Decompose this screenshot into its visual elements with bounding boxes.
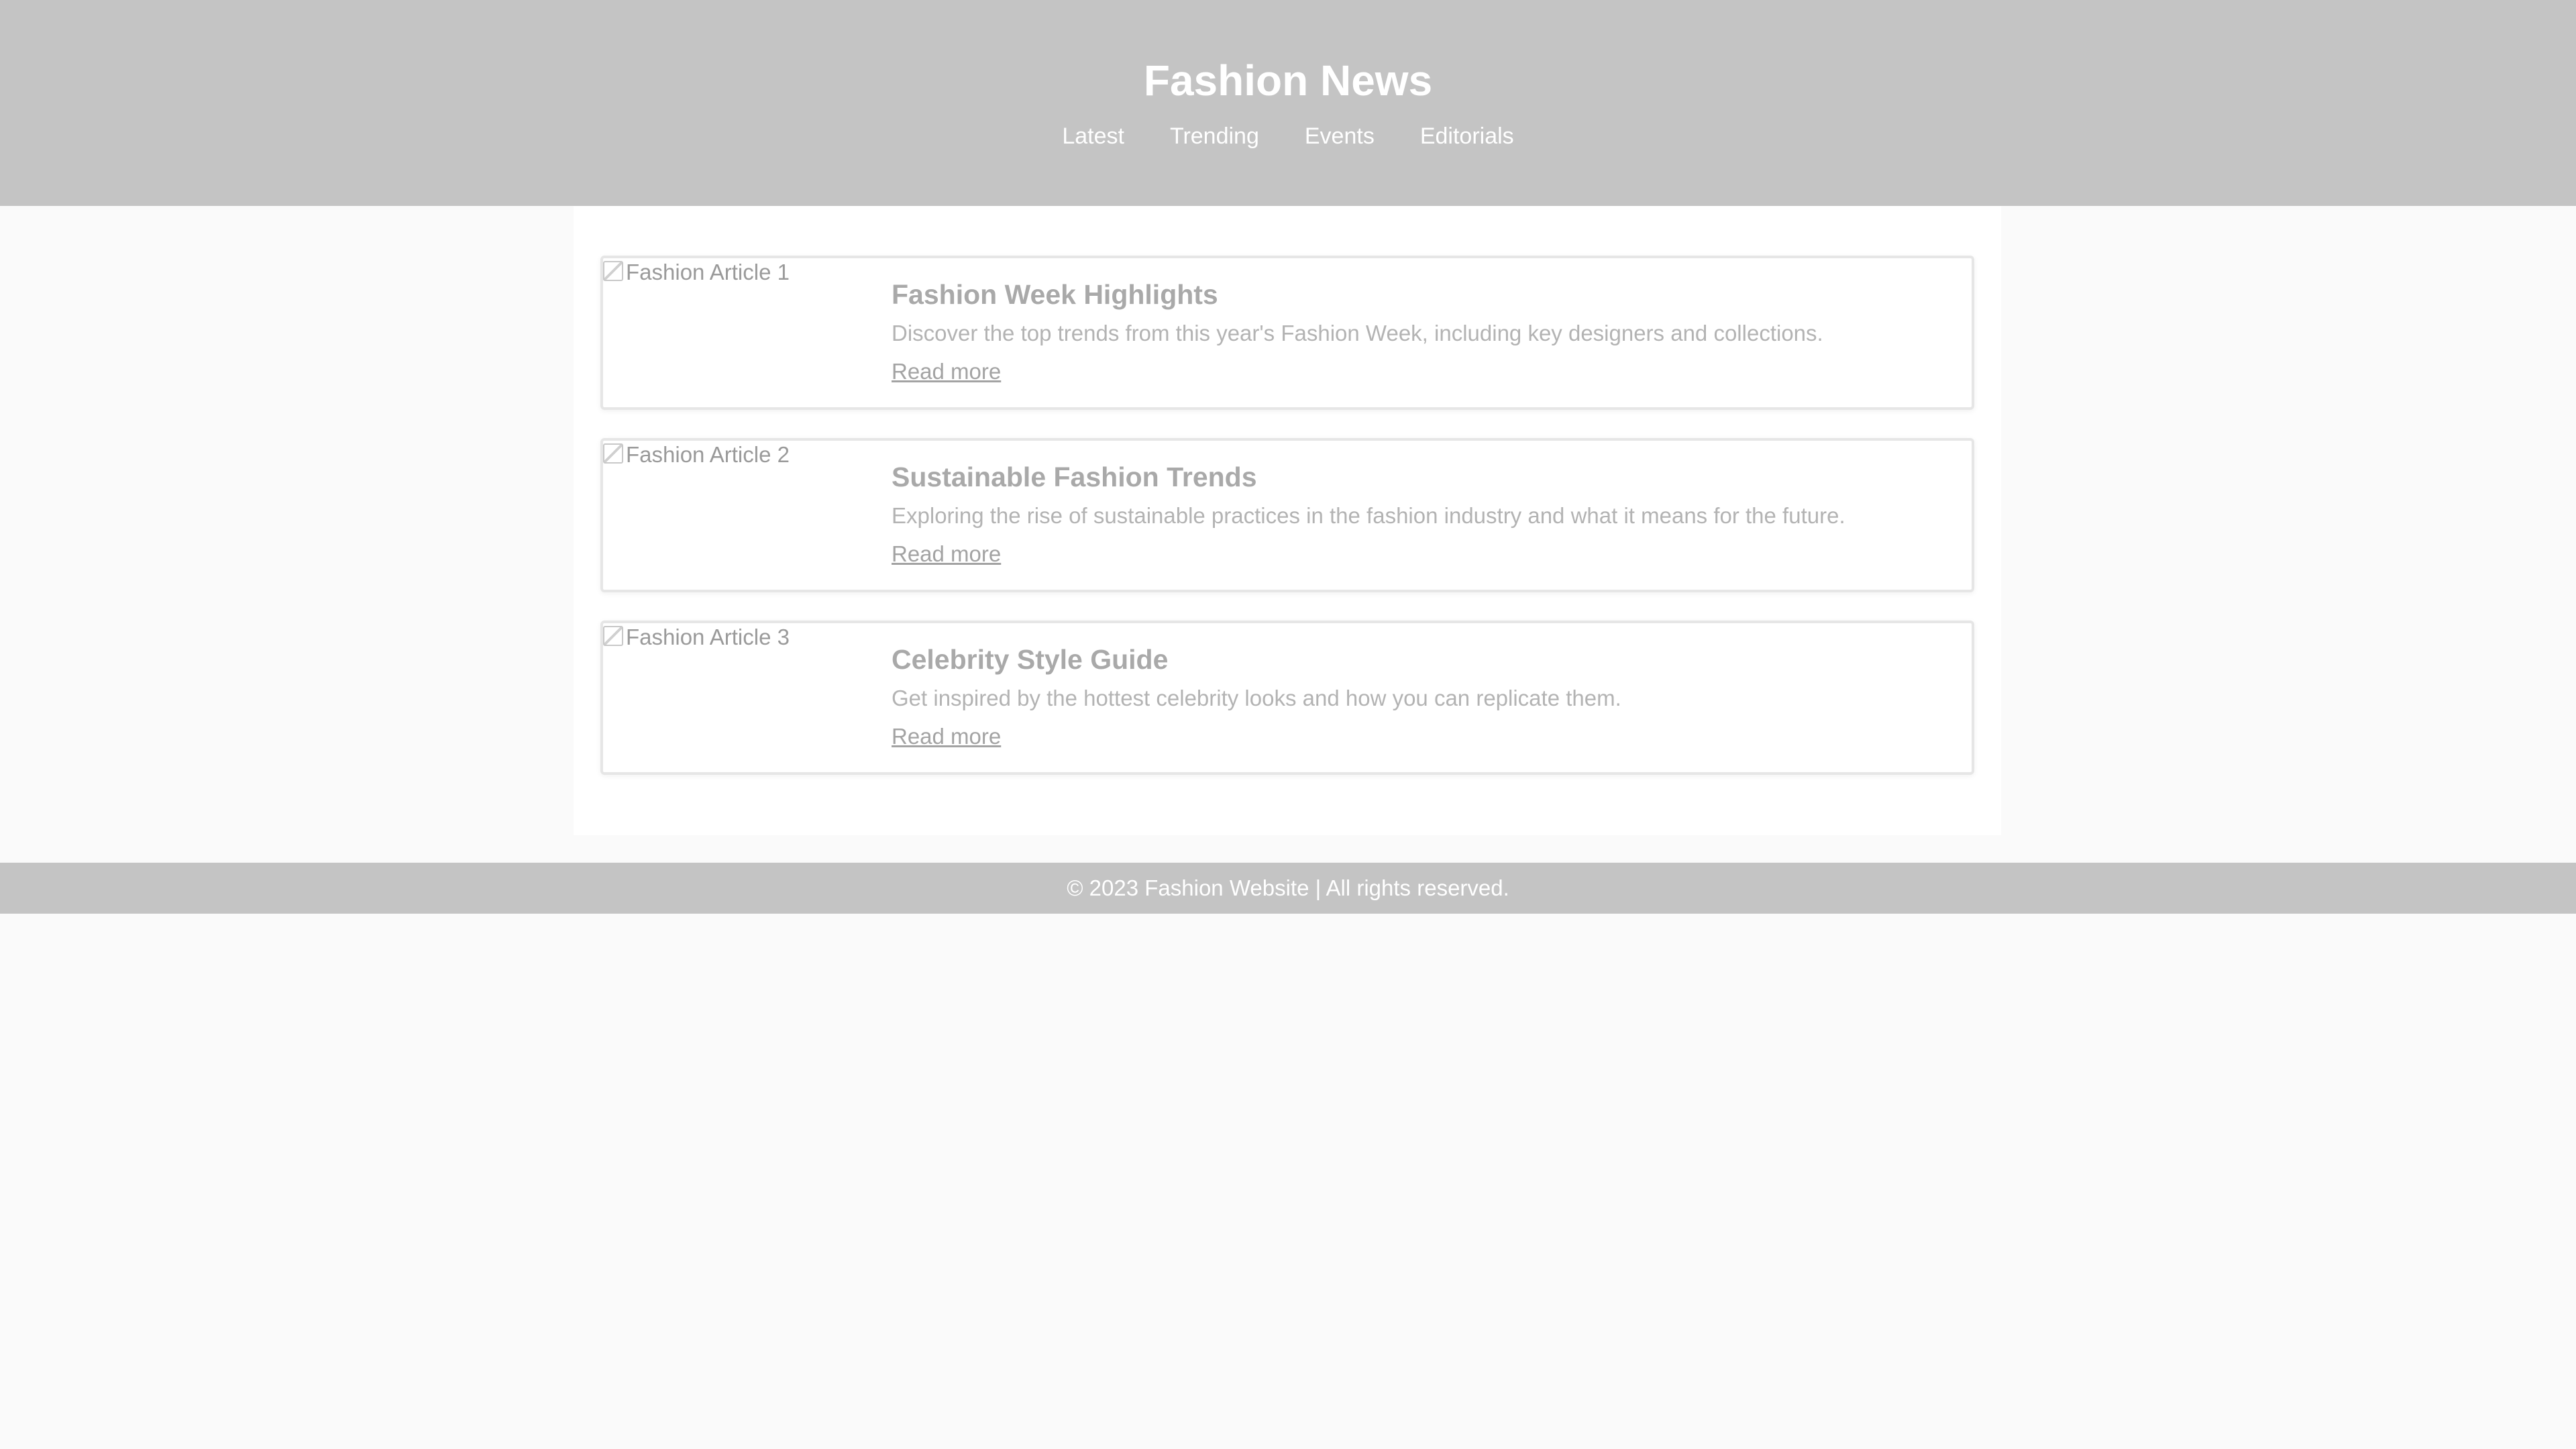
article-summary: Get inspired by the hottest celebrity lo… <box>892 686 1621 710</box>
main-nav: Latest Trending Events Editorials <box>0 118 2576 154</box>
article-summary: Exploring the rise of sustainable practi… <box>892 503 1845 528</box>
article-title: Fashion Week Highlights <box>892 279 1218 310</box>
article-summary: Discover the top trends from this year's… <box>892 321 1823 345</box>
article-title: Celebrity Style Guide <box>892 644 1169 675</box>
broken-image-icon <box>603 626 623 646</box>
nav-link-trending[interactable]: Trending <box>1170 118 1259 154</box>
nav-link-editorials[interactable]: Editorials <box>1420 118 1514 154</box>
read-more-link[interactable]: Read more <box>892 722 1001 751</box>
article-image: Fashion Article 1 <box>603 258 885 406</box>
article-content: Fashion Week Highlights Discover the top… <box>892 276 1958 386</box>
site-header: Fashion News Latest Trending Events Edit… <box>0 0 2576 206</box>
read-more-link[interactable]: Read more <box>892 540 1001 568</box>
nav-link-events[interactable]: Events <box>1305 118 1375 154</box>
broken-image-icon <box>603 443 623 464</box>
article-image: Fashion Article 3 <box>603 623 885 771</box>
article-card: Fashion Article 2 Sustainable Fashion Tr… <box>600 438 1974 592</box>
footer-copyright: © 2023 Fashion Website | All rights rese… <box>1067 875 1509 900</box>
article-content: Celebrity Style Guide Get inspired by th… <box>892 641 1958 751</box>
nav-link-latest[interactable]: Latest <box>1062 118 1124 154</box>
articles-container: Fashion Article 1 Fashion Week Highlight… <box>574 206 2001 835</box>
article-image-alt: Fashion Article 1 <box>626 260 790 284</box>
site-footer: © 2023 Fashion Website | All rights rese… <box>0 863 2576 914</box>
article-image: Fashion Article 2 <box>603 441 885 588</box>
article-content: Sustainable Fashion Trends Exploring the… <box>892 458 1958 568</box>
read-more-link[interactable]: Read more <box>892 358 1001 386</box>
site-title: Fashion News <box>1143 56 1433 105</box>
article-card: Fashion Article 3 Celebrity Style Guide … <box>600 621 1974 775</box>
broken-image-icon <box>603 261 623 281</box>
article-title: Sustainable Fashion Trends <box>892 462 1257 492</box>
article-card: Fashion Article 1 Fashion Week Highlight… <box>600 256 1974 410</box>
article-image-alt: Fashion Article 2 <box>626 442 790 467</box>
article-image-alt: Fashion Article 3 <box>626 625 790 649</box>
